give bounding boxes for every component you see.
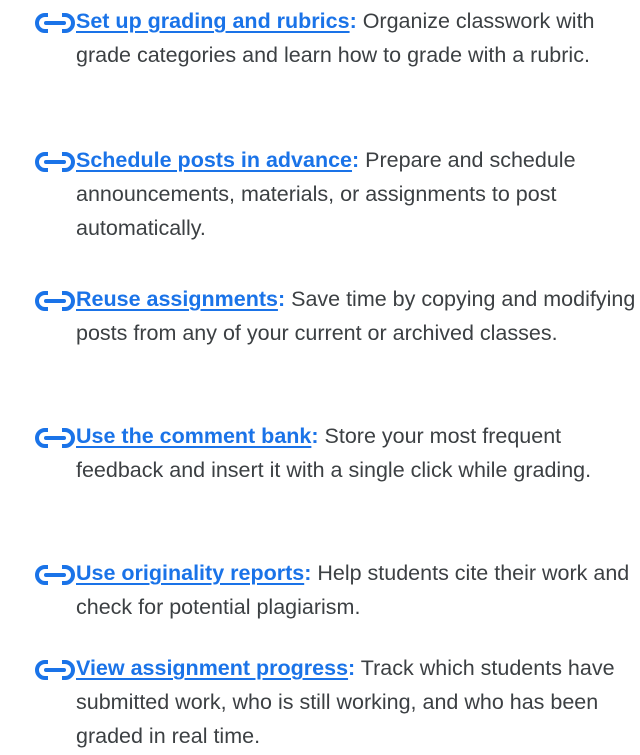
list-item-text: Use originality reports: Help students c… (76, 556, 640, 624)
list-item-assignment-progress: View assignment progress: Track which st… (0, 651, 640, 753)
originality-reports-link[interactable]: Use originality reports (76, 561, 304, 585)
list-item-schedule-posts: Schedule posts in advance: Prepare and s… (0, 143, 640, 245)
link-icon (35, 564, 75, 586)
assignment-progress-link[interactable]: View assignment progress (76, 656, 348, 680)
link-colon: : (311, 424, 319, 448)
list-item-originality-reports: Use originality reports: Help students c… (0, 556, 640, 624)
list-item-text: Use the comment bank: Store your most fr… (76, 419, 640, 487)
list-item-text: Reuse assignments: Save time by copying … (76, 282, 640, 350)
link-icon (35, 659, 75, 681)
set-up-grading-link[interactable]: Set up grading and rubrics (76, 9, 350, 33)
link-icon (35, 151, 75, 173)
link-colon: : (349, 9, 357, 33)
list-item-text: Schedule posts in advance: Prepare and s… (76, 143, 640, 245)
list-item-text: View assignment progress: Track which st… (76, 651, 640, 753)
link-icon (35, 290, 75, 312)
link-icon (35, 12, 75, 34)
list-item-grading-rubrics: Set up grading and rubrics: Organize cla… (0, 4, 640, 72)
link-icon (35, 427, 75, 449)
resource-link-list: Set up grading and rubrics: Organize cla… (0, 0, 640, 755)
schedule-posts-link[interactable]: Schedule posts in advance (76, 148, 352, 172)
list-item-text: Set up grading and rubrics: Organize cla… (76, 4, 640, 72)
list-item-comment-bank: Use the comment bank: Store your most fr… (0, 419, 640, 487)
reuse-assignments-link[interactable]: Reuse assignments (76, 287, 278, 311)
comment-bank-link[interactable]: Use the comment bank (76, 424, 311, 448)
list-item-reuse-assignments: Reuse assignments: Save time by copying … (0, 282, 640, 350)
